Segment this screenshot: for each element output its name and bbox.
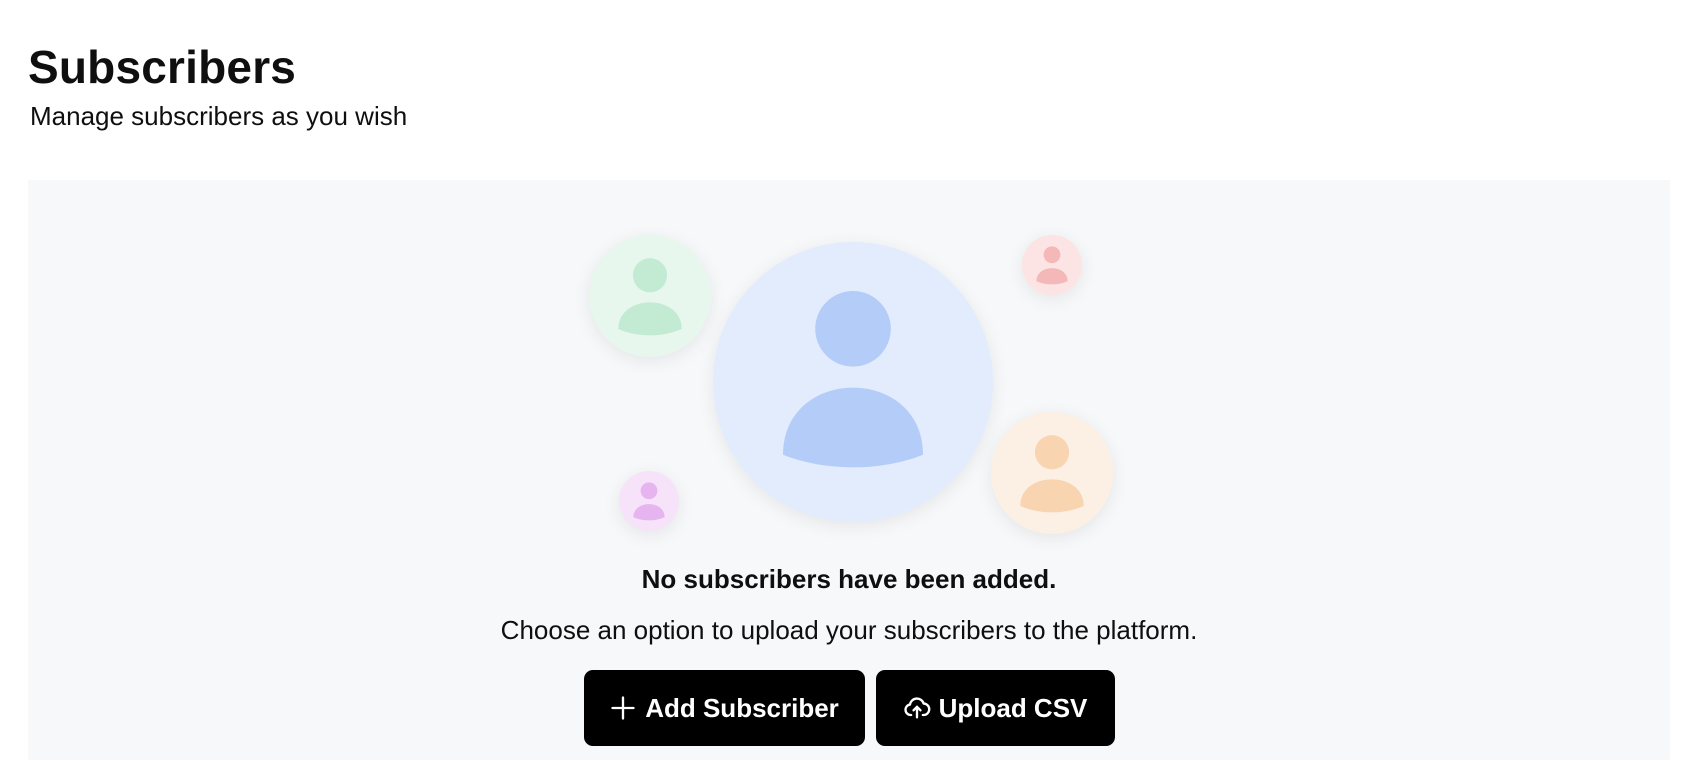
user-icon (1036, 246, 1068, 285)
user-icon (783, 291, 923, 468)
upload-csv-button[interactable]: Upload CSV (875, 670, 1115, 746)
page-header: Subscribers Manage subscribers as you wi… (28, 40, 407, 132)
avatar-illustration-purple (619, 471, 679, 531)
page-title: Subscribers (28, 41, 297, 93)
empty-state-title: No subscribers have been added. (641, 564, 1057, 594)
page-subtitle: Manage subscribers as you wish (30, 101, 408, 132)
avatar-illustration-main (713, 242, 993, 522)
cloud-upload-icon (903, 694, 931, 722)
upload-csv-label: Upload CSV (938, 692, 1088, 723)
add-subscriber-label: Add Subscriber (645, 692, 839, 723)
empty-state-panel: No subscribers have been added. Choose a… (28, 180, 1670, 760)
user-icon (618, 258, 682, 336)
add-subscriber-button[interactable]: Add Subscriber (583, 670, 865, 746)
avatar-illustration-red (1022, 235, 1082, 295)
avatar-illustration-orange (991, 412, 1113, 534)
empty-state-description: Choose an option to upload your subscrib… (500, 615, 1198, 645)
plus-icon (609, 694, 637, 722)
user-icon (1020, 435, 1084, 513)
empty-state-actions: Add Subscriber Upload CSV (28, 670, 1670, 746)
avatar-illustration-green (589, 235, 711, 357)
user-icon (633, 482, 665, 521)
